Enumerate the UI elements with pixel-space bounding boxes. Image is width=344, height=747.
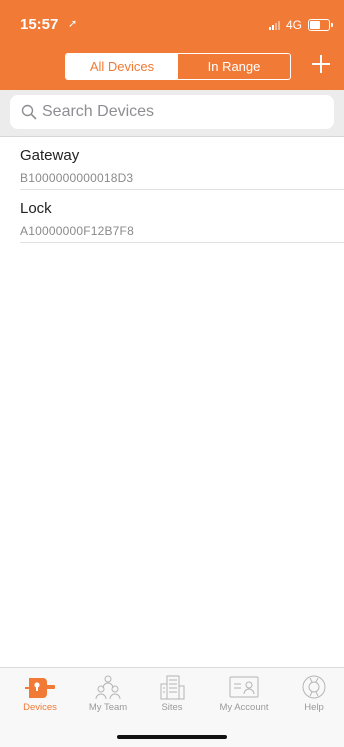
home-indicator[interactable] (117, 735, 227, 739)
status-indicators: 4G (268, 18, 333, 32)
search-input[interactable] (42, 101, 322, 123)
tab-my-team[interactable]: My Team (78, 674, 138, 718)
lifebuoy-icon (302, 675, 326, 699)
device-serial: B1000000000018D3 (20, 171, 134, 185)
tab-label: Sites (161, 702, 183, 713)
search-icon (21, 104, 37, 120)
tab-my-account[interactable]: My Account (214, 674, 274, 718)
device-row-gateway[interactable]: Gateway B1000000000018D3 (0, 137, 344, 190)
segment-in-range[interactable]: In Range (178, 54, 290, 79)
device-list: Gateway B1000000000018D3 Lock A10000000F… (0, 137, 344, 243)
battery-icon (308, 19, 333, 31)
search-bar (0, 90, 344, 137)
tab-label: Devices (23, 702, 57, 713)
network-type: 4G (285, 18, 302, 32)
app-header: 15:57 ➚ 4G All Devices In Range (0, 0, 344, 90)
device-row-lock[interactable]: Lock A10000000F12B7F8 (0, 190, 344, 243)
tab-label: Help (304, 702, 324, 713)
tab-label: My Team (88, 702, 128, 713)
status-bar: 15:57 ➚ 4G (0, 0, 344, 48)
tab-help[interactable]: Help (284, 674, 344, 718)
devices-icon (25, 678, 55, 698)
tab-label: My Account (219, 702, 269, 713)
divider (20, 242, 344, 243)
tab-sites[interactable]: Sites (142, 674, 202, 718)
device-name: Lock (20, 200, 52, 217)
location-arrow-icon: ➚ (68, 18, 78, 30)
status-time: 15:57 (20, 16, 59, 33)
tab-devices[interactable]: Devices (10, 674, 70, 718)
device-name: Gateway (20, 147, 80, 164)
add-device-button[interactable] (310, 53, 332, 75)
segment-all-devices[interactable]: All Devices (66, 54, 178, 79)
tab-bar: Devices My Team Sites My Account Help (0, 667, 344, 747)
search-box[interactable] (10, 95, 334, 129)
device-serial: A10000000F12B7F8 (20, 224, 134, 238)
team-icon (95, 675, 121, 700)
account-card-icon (229, 676, 259, 698)
device-filter-segmented-control: All Devices In Range (65, 53, 291, 80)
building-icon (160, 675, 185, 700)
signal-icon (268, 20, 280, 30)
